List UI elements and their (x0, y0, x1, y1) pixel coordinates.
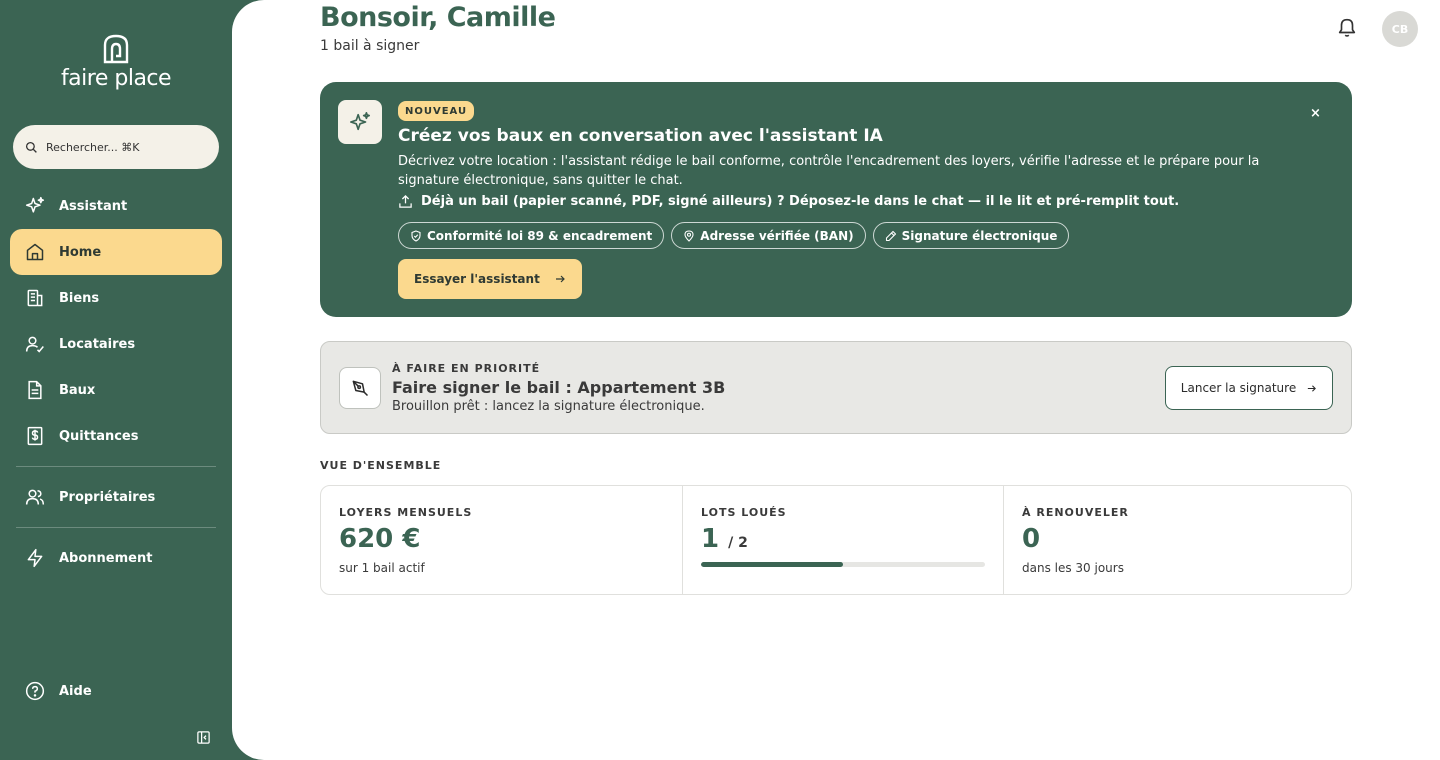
stat-rented-lots: LOTS LOUÉS 1 / 2 (683, 486, 1004, 594)
chip-label: Signature électronique (901, 228, 1058, 243)
lightning-icon (27, 548, 43, 568)
main-content: Bonsoir, Camille 1 bail à signer CB NOUV… (232, 0, 1440, 760)
sidebar-item-aide[interactable]: Aide (10, 668, 222, 714)
start-signature-button[interactable]: Lancer la signature (1165, 366, 1333, 410)
chip-signature: Signature électronique (872, 222, 1070, 249)
priority-task-card: À FAIRE EN PRIORITÉ Faire signer le bail… (320, 341, 1352, 434)
lots-progress-fill (701, 562, 843, 567)
stat-value: 620 € (339, 524, 421, 554)
notifications-button[interactable] (1336, 16, 1358, 42)
nav-divider (16, 527, 216, 528)
priority-eyebrow: À FAIRE EN PRIORITÉ (392, 362, 541, 375)
sidebar: faire place Assistant Home Biens (0, 0, 232, 760)
nav-divider (16, 466, 216, 467)
house-logo-icon (103, 34, 129, 64)
sidebar-item-label: Locataires (59, 336, 136, 352)
sidebar-item-label: Aide (59, 683, 92, 699)
priority-icon-box (339, 367, 381, 409)
sparkles-icon (25, 196, 45, 213)
stat-value: 1 / 2 (701, 524, 748, 554)
search-box[interactable] (13, 125, 219, 169)
stat-value: 0 (1022, 524, 1041, 554)
document-icon (28, 380, 42, 400)
avatar[interactable]: CB (1382, 11, 1418, 47)
sidebar-item-label: Baux (59, 382, 96, 398)
lots-total: / 2 (728, 535, 748, 551)
users-icon (25, 489, 45, 505)
chip-address: Adresse vérifiée (BAN) (671, 222, 866, 249)
start-signature-label: Lancer la signature (1180, 381, 1297, 395)
search-input[interactable] (46, 140, 196, 154)
ai-assistant-banner: NOUVEAU Créez vos baux en conversation a… (320, 82, 1352, 317)
sidebar-item-label: Abonnement (59, 550, 153, 566)
sidebar-item-abonnement[interactable]: Abonnement (10, 535, 222, 581)
overview-stats: LOYERS MENSUELS 620 € sur 1 bail actif L… (320, 485, 1352, 595)
map-pin-icon (684, 229, 694, 242)
sidebar-item-label: Home (59, 244, 102, 260)
sidebar-item-locataires[interactable]: Locataires (10, 321, 222, 367)
sidebar-item-label: Propriétaires (59, 489, 156, 505)
sidebar-item-proprietaires[interactable]: Propriétaires (10, 474, 222, 520)
page-title: Bonsoir, Camille (320, 2, 556, 33)
building-icon (27, 289, 43, 307)
close-banner-button[interactable]: × (1310, 106, 1321, 121)
help-section: Aide (10, 668, 222, 714)
arrow-right-icon (1308, 384, 1317, 392)
overview-heading: VUE D'ENSEMBLE (320, 459, 442, 472)
lots-count: 1 (701, 524, 720, 554)
sparkles-icon (350, 112, 370, 131)
banner-upload-text: Déjà un bail (papier scanné, PDF, signé … (421, 194, 1180, 209)
banner-title: Créez vos baux en conversation avec l'as… (398, 126, 883, 146)
sidebar-item-assistant[interactable]: Assistant (10, 183, 222, 229)
sidebar-item-home[interactable]: Home (10, 229, 222, 275)
priority-title: Faire signer le bail : Appartement 3B (392, 378, 726, 397)
chip-label: Conformité loi 89 & encadrement (427, 228, 653, 243)
new-badge: NOUVEAU (398, 101, 475, 121)
page-subtitle: 1 bail à signer (320, 38, 420, 54)
stat-label: LOYERS MENSUELS (339, 506, 473, 519)
stat-sub: sur 1 bail actif (339, 561, 425, 575)
home-icon (26, 243, 44, 261)
brand-name: faire place (60, 66, 172, 91)
priority-description: Brouillon prêt : lancez la signature éle… (392, 399, 705, 414)
user-check-icon (25, 336, 44, 353)
stat-monthly-rent: LOYERS MENSUELS 620 € sur 1 bail actif (321, 486, 683, 594)
chip-compliance: Conformité loi 89 & encadrement (398, 222, 665, 249)
receipt-dollar-icon (27, 426, 43, 446)
try-assistant-button[interactable]: Essayer l'assistant (398, 259, 582, 299)
signature-pen-icon (352, 380, 369, 397)
collapse-sidebar-button[interactable] (196, 730, 211, 749)
logo[interactable]: faire place (0, 34, 232, 91)
arrow-right-icon (555, 275, 565, 283)
sidebar-item-label: Assistant (59, 198, 128, 214)
sidebar-item-label: Quittances (59, 428, 139, 444)
stat-to-renew: À RENOUVELER 0 dans les 30 jours (1004, 486, 1351, 594)
sidebar-item-label: Biens (59, 290, 100, 306)
banner-upload-hint: Déjà un bail (papier scanné, PDF, signé … (398, 194, 1179, 209)
stat-label: À RENOUVELER (1022, 506, 1129, 519)
bell-icon (1338, 18, 1356, 37)
main-nav: Assistant Home Biens Locataires Baux Qui… (10, 183, 222, 581)
banner-description: Décrivez votre location : l'assistant ré… (398, 154, 1260, 188)
stat-label: LOTS LOUÉS (701, 506, 787, 519)
sidebar-item-quittances[interactable]: Quittances (10, 413, 222, 459)
cta-label: Essayer l'assistant (414, 272, 540, 286)
shield-check-icon (411, 229, 421, 242)
sidebar-collapse-icon (197, 731, 210, 744)
sidebar-item-baux[interactable]: Baux (10, 367, 222, 413)
pen-icon (885, 230, 896, 241)
stat-sub: dans les 30 jours (1022, 561, 1124, 575)
chip-label: Adresse vérifiée (BAN) (700, 228, 854, 243)
help-circle-icon (25, 681, 45, 701)
banner-icon-box (338, 100, 382, 144)
search-icon (25, 141, 37, 153)
feature-chips: Conformité loi 89 & encadrement Adresse … (398, 222, 1070, 249)
upload-icon (399, 194, 412, 208)
sidebar-item-biens[interactable]: Biens (10, 275, 222, 321)
lots-progress-bar (701, 562, 985, 567)
